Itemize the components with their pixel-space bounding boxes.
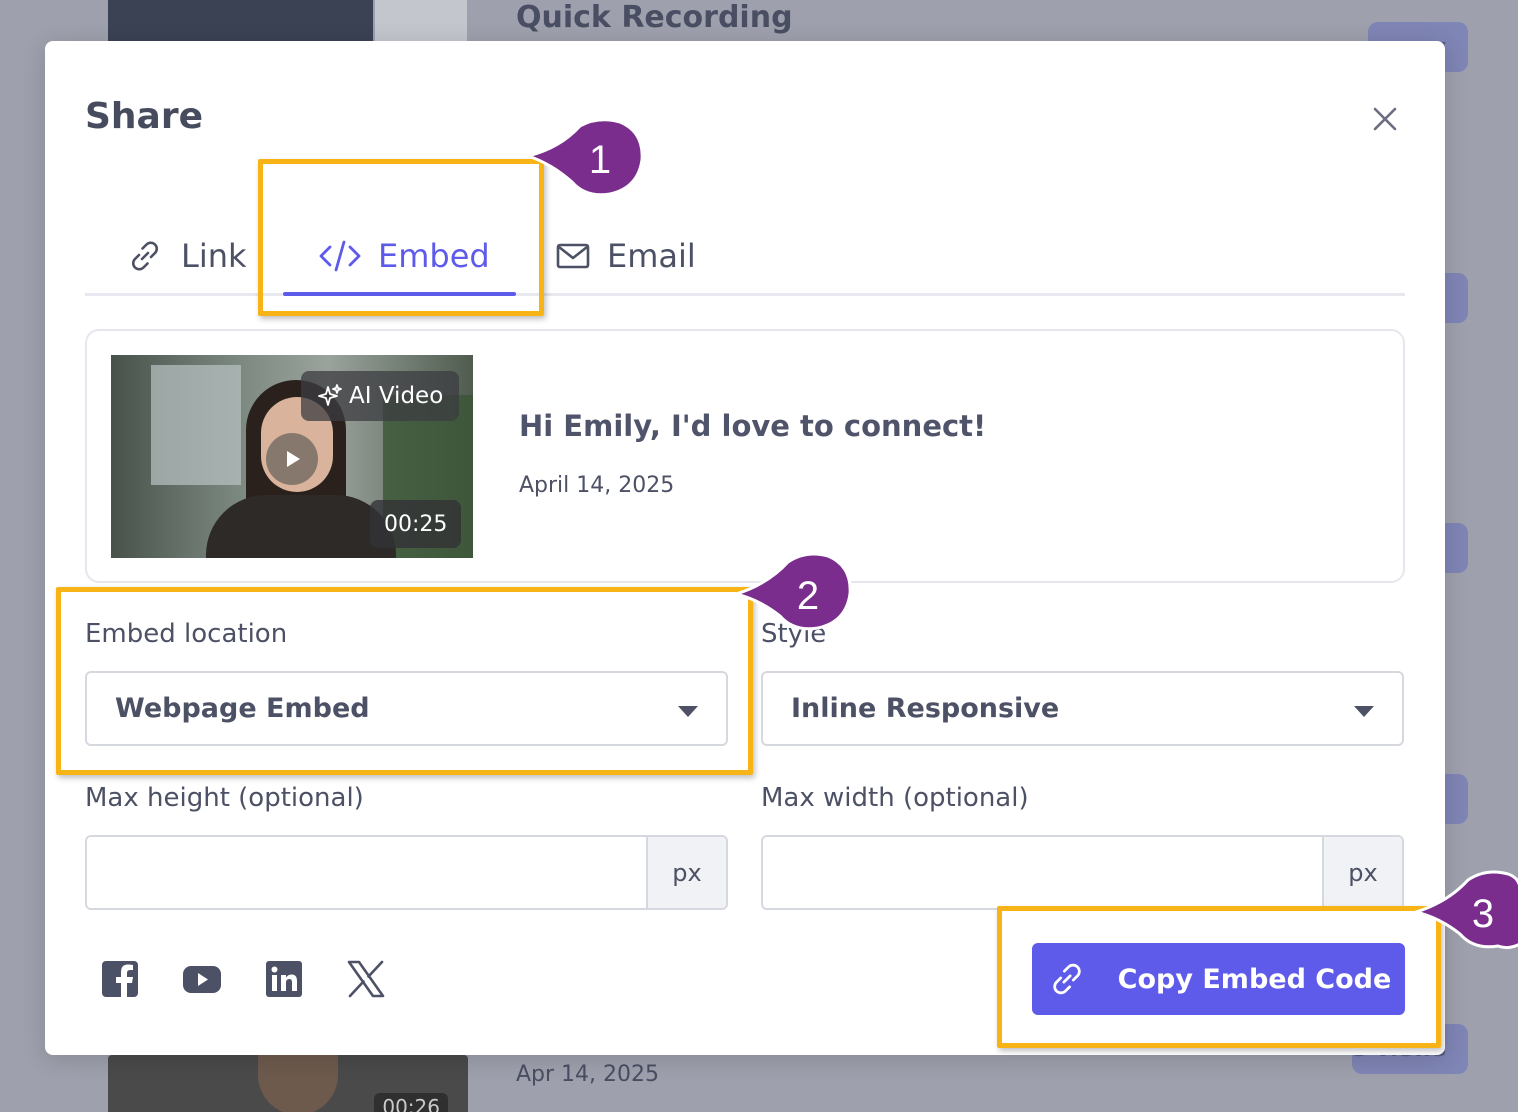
close-icon (1373, 107, 1397, 131)
max-width-label: Max width (optional) (761, 783, 1029, 813)
tab-label: Link (181, 237, 247, 275)
annotation-callout-1: 1 (520, 118, 650, 208)
annotation-highlight-copy-button (997, 906, 1441, 1048)
background-video-title: Quick Recording (516, 0, 793, 35)
max-height-label: Max height (optional) (85, 783, 364, 813)
tab-email[interactable]: Email (555, 216, 696, 296)
ai-video-label: AI Video (349, 383, 444, 409)
link-icon (132, 241, 158, 271)
background-duration: 00:26 (374, 1093, 448, 1112)
style-select[interactable]: Inline Responsive (761, 671, 1404, 746)
video-date: April 14, 2025 (519, 473, 675, 498)
video-duration: 00:25 (370, 500, 462, 548)
modal-title: Share (85, 96, 204, 137)
style-value: Inline Responsive (791, 693, 1060, 724)
max-width-group: px (761, 835, 1404, 910)
callout-number: 2 (796, 574, 820, 618)
callout-number: 3 (1471, 892, 1495, 936)
annotation-highlight-embed-location (56, 587, 753, 775)
background-date: Apr 14, 2025 (516, 1062, 660, 1087)
max-height-group: px (85, 835, 728, 910)
play-icon (287, 451, 300, 467)
sparkle-icon (318, 384, 342, 406)
annotation-callout-2: 2 (728, 552, 858, 642)
share-modal: Share Link Embed Email AI Video 00:25 Hi… (45, 41, 1445, 1055)
max-width-unit: px (1322, 837, 1402, 908)
video-thumbnail[interactable]: AI Video 00:25 (111, 355, 473, 558)
video-card: AI Video 00:25 Hi Emily, I'd love to con… (85, 329, 1405, 583)
video-title: Hi Emily, I'd love to connect! (519, 409, 987, 443)
x-icon[interactable] (346, 959, 386, 999)
play-button[interactable] (266, 433, 318, 485)
max-height-unit: px (646, 837, 726, 908)
ai-video-badge: AI Video (301, 371, 460, 421)
facebook-icon[interactable] (100, 959, 140, 999)
youtube-icon[interactable] (182, 959, 222, 999)
max-height-input[interactable] (87, 837, 646, 908)
tab-label: Email (607, 237, 696, 275)
social-share-icons (100, 959, 386, 999)
max-width-input[interactable] (763, 837, 1322, 908)
close-button[interactable] (1367, 101, 1403, 137)
caret-down-icon (1354, 706, 1374, 717)
callout-number: 1 (588, 138, 612, 182)
annotation-callout-3: 3 (1408, 870, 1518, 960)
background-video-thumbnail: 00:26 (108, 1055, 468, 1112)
envelope-icon (556, 243, 590, 269)
tab-link[interactable]: Link (125, 216, 247, 296)
linkedin-icon[interactable] (264, 959, 304, 999)
annotation-highlight-embed-tab (258, 159, 544, 316)
